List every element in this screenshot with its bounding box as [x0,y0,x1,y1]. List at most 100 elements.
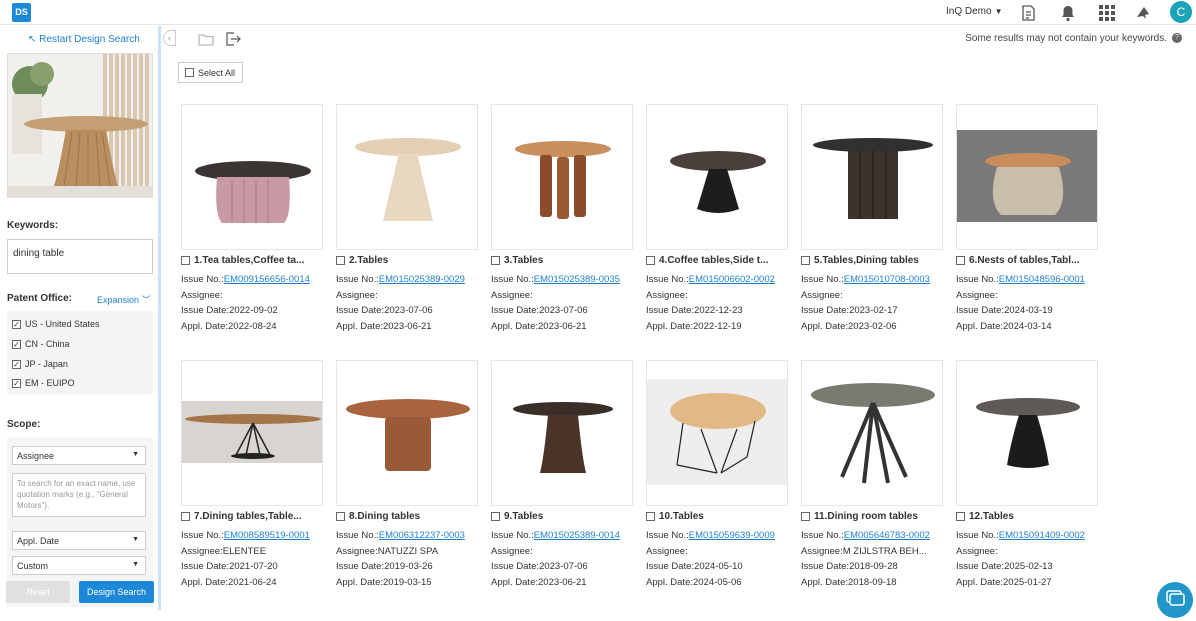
issue-date-value: 2018-09-28 [849,561,898,572]
design-search-button[interactable]: Design Search [79,581,154,603]
office-cn-checkbox[interactable]: ✓ CN - China [12,339,70,349]
result-image-card[interactable] [646,360,788,506]
result-title[interactable]: 12.Tables [956,511,1101,522]
result-title[interactable]: 10.Tables [646,511,791,522]
assignee-label: Assignee: [646,289,688,301]
assignee-label: Assignee: [956,545,998,557]
megaphone-icon[interactable] [1134,3,1154,23]
add-to-folder-icon[interactable] [198,32,214,46]
result-image-card[interactable] [491,104,633,250]
issue-no-link[interactable]: EM015025389-0035 [534,274,620,285]
checkbox-icon[interactable] [956,256,965,265]
result-title[interactable]: 5.Tables,Dining tables [801,255,946,266]
result-assignee-row: Assignee: [491,546,641,557]
result-title[interactable]: 9.Tables [491,511,636,522]
office-em-checkbox[interactable]: ✓ EM - EUIPO [12,378,75,388]
bell-icon[interactable] [1058,3,1078,23]
help-icon[interactable]: ? [1172,33,1182,44]
restart-design-search-link[interactable]: ↖ Restart Design Search [28,34,140,45]
checkbox-icon[interactable] [181,512,190,521]
issue-no-link[interactable]: EM015091409-0002 [999,530,1085,541]
assignee-label: Assignee: [181,289,223,301]
export-icon[interactable] [225,32,241,46]
issue-no-link[interactable]: EM006312237-0003 [379,530,465,541]
issue-no-link[interactable]: EM015025389-0029 [379,274,465,285]
result-issue-no-row: Issue No.:EM005646783-0002 [801,530,951,541]
result-title[interactable]: 7.Dining tables,Table... [181,511,326,522]
select-all-checkbox[interactable]: Select All [178,62,243,83]
issue-no-link[interactable]: EM015025389-0014 [534,530,620,541]
result-image-card[interactable] [181,104,323,250]
result-issue-date-row: Issue Date:2022-09-02 [181,305,331,316]
reset-button[interactable]: Reset [6,581,70,603]
issue-date-label: Issue Date: [801,305,850,316]
apps-grid-icon[interactable] [1097,3,1117,23]
checkbox-icon[interactable] [801,512,810,521]
issue-no-link[interactable]: EM005646783-0002 [844,530,930,541]
collapse-sidebar-button[interactable]: ‹ [163,30,176,46]
checkbox-icon[interactable] [336,256,345,265]
assignee-value: ELENTEE [222,545,267,557]
result-image-card[interactable] [491,360,633,506]
chat-button[interactable] [1157,582,1193,618]
checkbox-icon[interactable] [956,512,965,521]
result-image-card[interactable] [801,360,943,506]
result-image-card[interactable] [956,360,1098,506]
app-logo[interactable]: DS [12,3,31,22]
result-title[interactable]: 1.Tea tables,Coffee ta... [181,255,326,266]
result-appl-date-row: Appl. Date:2018-09-18 [801,577,951,588]
checkbox-icon[interactable] [801,256,810,265]
scope-textarea[interactable]: To search for an exact name, use quotati… [12,473,146,517]
result-image-card[interactable] [801,104,943,250]
table-image [182,361,322,505]
result-title[interactable]: 6.Nests of tables,Tabl... [956,255,1101,266]
avatar[interactable]: C [1170,1,1192,23]
result-issue-date-row: Issue Date:2023-07-06 [336,305,486,316]
table-image [957,105,1097,249]
scope-select[interactable]: Assignee ▼ [12,446,146,465]
table-image [802,361,942,505]
checkbox-icon[interactable] [491,512,500,521]
table-image [492,361,632,505]
result-image-card[interactable] [181,360,323,506]
expansion-toggle[interactable]: Expansion ﹀ [97,293,151,306]
document-export-icon[interactable] [1018,3,1038,23]
result-image-card[interactable] [956,104,1098,250]
result-title[interactable]: 3.Tables [491,255,636,266]
issue-no-label: Issue No.: [336,274,379,285]
result-issue-no-row: Issue No.:EM015059639-0009 [646,530,796,541]
result-issue-date-row: Issue Date:2024-05-10 [646,561,796,572]
issue-no-link[interactable]: EM015048596-0001 [999,274,1085,285]
appl-date-label: Appl. Date: [181,320,228,332]
office-label: JP - Japan [25,359,68,369]
issue-date-label: Issue Date: [956,305,1005,316]
result-title[interactable]: 2.Tables [336,255,481,266]
checkbox-icon[interactable] [491,256,500,265]
result-image-card[interactable] [336,360,478,506]
issue-no-link[interactable]: EM015059639-0009 [689,530,775,541]
issue-no-link[interactable]: EM009156656-0014 [224,274,310,285]
keywords-input[interactable]: dining table [7,239,153,274]
office-us-checkbox[interactable]: ✓ US - United States [12,319,100,329]
date-range-select[interactable]: Custom ▼ [12,556,146,575]
result-image-card[interactable] [336,104,478,250]
checkbox-icon[interactable] [336,512,345,521]
result-title[interactable]: 4.Coffee tables,Side t... [646,255,791,266]
issue-no-link[interactable]: EM008589519-0001 [224,530,310,541]
sidebar-scrollbar[interactable] [158,26,161,610]
result-title[interactable]: 8.Dining tables [336,511,481,522]
checkbox-icon[interactable] [646,512,655,521]
issue-date-label: Issue Date: [646,305,695,316]
checkbox-icon[interactable] [646,256,655,265]
checkbox-icon[interactable] [181,256,190,265]
account-menu[interactable]: InQ Demo ▼ [946,6,1003,17]
office-jp-checkbox[interactable]: ✓ JP - Japan [12,359,68,369]
issue-no-label: Issue No.: [491,274,534,285]
issue-no-link[interactable]: EM015010708-0003 [844,274,930,285]
result-image-card[interactable] [646,104,788,250]
result-title[interactable]: 11.Dining room tables [801,511,946,522]
appl-date-value: 2021-06-24 [228,576,277,588]
restart-label: Restart Design Search [39,34,140,45]
date-type-select[interactable]: Appl. Date ▼ [12,531,146,550]
issue-no-link[interactable]: EM015006602-0002 [689,274,775,285]
